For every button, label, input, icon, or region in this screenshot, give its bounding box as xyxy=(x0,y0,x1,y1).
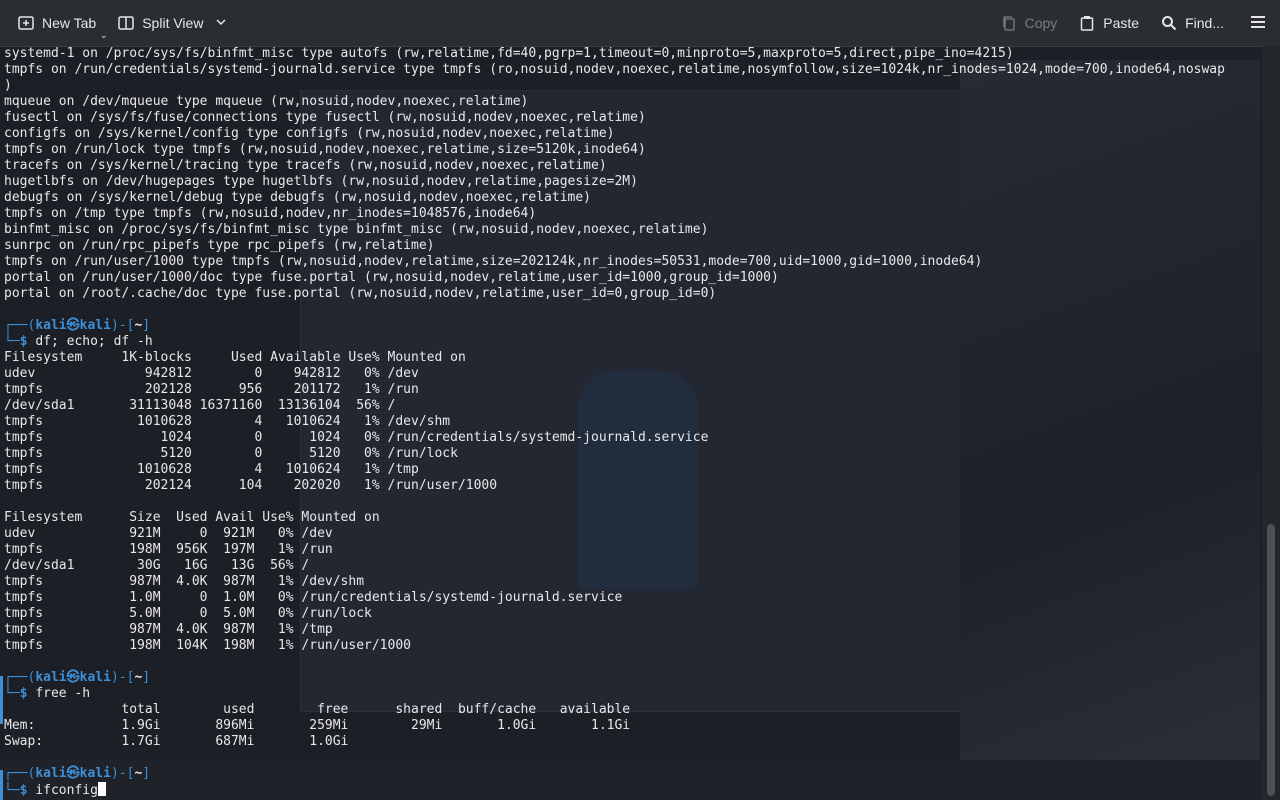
paste-button[interactable]: Paste xyxy=(1071,0,1147,46)
output-line: tmpfs 1010628 4 1010624 1% /tmp xyxy=(4,462,419,477)
new-tab-button[interactable]: New Tab ⌄ xyxy=(10,0,108,46)
vertical-scrollbar[interactable] xyxy=(1262,46,1280,800)
new-tab-icon xyxy=(18,15,34,31)
output-line: configfs on /sys/kernel/config type conf… xyxy=(4,126,615,141)
split-view-label: Split View xyxy=(142,15,204,31)
output-line: tmpfs on /run/user/1000 type tmpfs (rw,n… xyxy=(4,254,983,269)
output-line: fusectl on /sys/fs/fuse/connections type… xyxy=(4,110,646,125)
output-line: tracefs on /sys/kernel/tracing type trac… xyxy=(4,158,607,173)
scrollbar-thumb[interactable] xyxy=(1267,524,1275,796)
output-line: /dev/sda1 30G 16G 13G 56% / xyxy=(4,558,310,573)
output-line: tmpfs 198M 104K 198M 1% /run/user/1000 xyxy=(4,638,411,653)
output-line: sunrpc on /run/rpc_pipefs type rpc_pipef… xyxy=(4,238,435,253)
prompt-input-line[interactable]: └─$ ifconfig xyxy=(4,782,106,799)
command-text: free -h xyxy=(35,686,91,701)
terminal-toolbar: New Tab ⌄ Split View Copy Paste Find... xyxy=(0,0,1280,47)
output-line: tmpfs on /run/lock type tmpfs (rw,nosuid… xyxy=(4,142,646,157)
prompt-header: ┌──(kali㉿kali)-[~] xyxy=(4,766,151,781)
split-view-button[interactable]: Split View xyxy=(110,0,235,46)
output-line: Filesystem Size Used Avail Use% Mounted … xyxy=(4,510,380,525)
menu-button[interactable] xyxy=(1242,0,1274,46)
output-line: tmpfs 1024 0 1024 0% /run/credentials/sy… xyxy=(4,430,709,445)
output-line: udev 942812 0 942812 0% /dev xyxy=(4,366,419,381)
new-tab-label: New Tab xyxy=(42,15,97,31)
prompt-header: ┌──(kali㉿kali)-[~] xyxy=(4,670,151,685)
output-line: tmpfs 202128 956 201172 1% /run xyxy=(4,382,419,397)
output-line: portal on /run/user/1000/doc type fuse.p… xyxy=(4,270,779,285)
output-line: Filesystem 1K-blocks Used Available Use%… xyxy=(4,350,466,365)
output-line: hugetlbfs on /dev/hugepages type hugetlb… xyxy=(4,174,638,189)
terminal-view[interactable]: systemd-1 on /proc/sys/fs/binfmt_misc ty… xyxy=(0,46,1262,800)
output-line: binfmt_misc on /proc/sys/fs/binfmt_misc … xyxy=(4,222,709,237)
prompt-header: ┌──(kali㉿kali)-[~] xyxy=(4,318,151,333)
command-text: df; echo; df -h xyxy=(35,334,153,349)
output-line: systemd-1 on /proc/sys/fs/binfmt_misc ty… xyxy=(4,46,1014,61)
command-input[interactable]: ifconfig xyxy=(35,783,98,798)
text-cursor xyxy=(97,782,106,796)
paste-label: Paste xyxy=(1103,15,1140,31)
output-line: tmpfs 1.0M 0 1.0M 0% /run/credentials/sy… xyxy=(4,590,623,605)
output-line: tmpfs 987M 4.0K 987M 1% /dev/shm xyxy=(4,574,365,589)
output-line: tmpfs 5.0M 0 5.0M 0% /run/lock xyxy=(4,606,372,621)
copy-label: Copy xyxy=(1024,15,1058,31)
copy-button[interactable]: Copy xyxy=(993,0,1066,46)
find-label: Find... xyxy=(1185,15,1224,31)
output-line: tmpfs 1010628 4 1010624 1% /dev/shm xyxy=(4,414,451,429)
output-line: portal on /root/.cache/doc type fuse.por… xyxy=(4,286,717,301)
split-view-icon xyxy=(118,15,134,31)
output-line: ) xyxy=(4,78,12,93)
find-button[interactable]: Find... xyxy=(1153,0,1232,46)
output-line: /dev/sda1 31113048 16371160 13136104 56%… xyxy=(4,398,396,413)
chevron-down-icon[interactable] xyxy=(215,15,227,31)
output-line: tmpfs 198M 956K 197M 1% /run xyxy=(4,542,333,557)
output-line: tmpfs on /tmp type tmpfs (rw,nosuid,node… xyxy=(4,206,537,221)
output-line: Swap: 1.7Gi 687Mi 1.0Gi xyxy=(4,734,349,749)
hamburger-menu-icon xyxy=(1250,14,1266,33)
output-marker xyxy=(0,676,3,724)
output-line: tmpfs 987M 4.0K 987M 1% /tmp xyxy=(4,622,333,637)
paste-icon xyxy=(1079,15,1095,31)
output-line: total used free shared buff/cache availa… xyxy=(4,702,631,717)
output-line: debugfs on /sys/kernel/debug type debugf… xyxy=(4,190,591,205)
output-marker xyxy=(0,770,3,800)
new-tab-dropdown-icon[interactable]: ⌄ xyxy=(100,30,108,41)
output-line: mqueue on /dev/mqueue type mqueue (rw,no… xyxy=(4,94,529,109)
output-line: tmpfs on /run/credentials/systemd-journa… xyxy=(4,62,1225,77)
output-line: tmpfs 202124 104 202020 1% /run/user/100… xyxy=(4,478,498,493)
output-line: Mem: 1.9Gi 896Mi 259Mi 29Mi 1.0Gi 1.1Gi xyxy=(4,718,631,733)
copy-icon xyxy=(1001,15,1017,31)
output-line: tmpfs 5120 0 5120 0% /run/lock xyxy=(4,446,458,461)
search-icon xyxy=(1161,15,1177,31)
output-line: udev 921M 0 921M 0% /dev xyxy=(4,526,333,541)
prompt-command: └─$ free -h xyxy=(4,686,91,701)
prompt-command: └─$ df; echo; df -h xyxy=(4,334,153,349)
